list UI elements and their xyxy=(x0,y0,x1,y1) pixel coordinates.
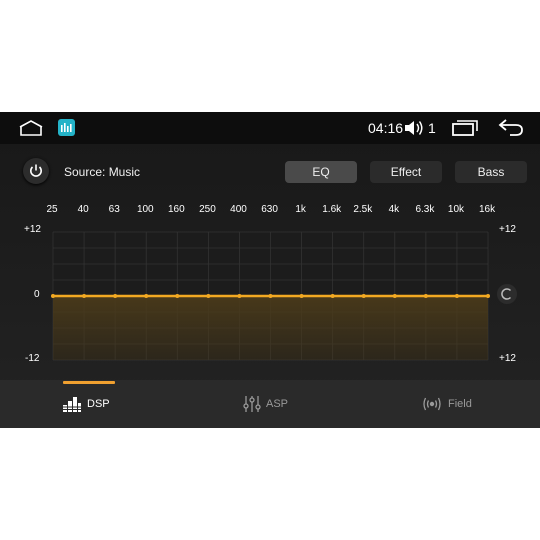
reset-button[interactable] xyxy=(497,284,517,304)
eq-band-point-10k[interactable] xyxy=(454,294,459,298)
tab-field[interactable]: Field xyxy=(421,390,472,418)
eq-band-point-4k[interactable] xyxy=(392,294,397,298)
eq-band-point-100[interactable] xyxy=(144,294,149,298)
tab-asp-label: ASP xyxy=(266,398,289,410)
eq-band-point-63[interactable] xyxy=(113,294,118,298)
eq-band-point-2.5k[interactable] xyxy=(361,294,366,298)
dsp-bars-icon xyxy=(62,397,82,412)
eq-curve-chart[interactable] xyxy=(0,112,540,380)
sound-field-icon xyxy=(423,397,441,411)
eq-band-point-1k[interactable] xyxy=(299,294,304,298)
active-tab-indicator xyxy=(63,381,115,384)
tab-field-label: Field xyxy=(448,398,472,410)
tab-dsp[interactable]: DSP xyxy=(62,390,110,418)
eq-band-point-250[interactable] xyxy=(206,294,211,298)
eq-band-point-16k[interactable] xyxy=(486,294,490,298)
eq-band-point-400[interactable] xyxy=(237,294,242,298)
eq-band-point-40[interactable] xyxy=(82,294,87,298)
sliders-icon xyxy=(243,396,261,412)
eq-band-point-630[interactable] xyxy=(268,294,273,298)
tab-dsp-label: DSP xyxy=(87,398,110,410)
reset-icon xyxy=(501,288,512,300)
eq-band-point-160[interactable] xyxy=(175,294,180,298)
tab-asp[interactable]: ASP xyxy=(243,390,288,418)
eq-band-point-25[interactable] xyxy=(51,294,55,298)
eq-band-point-6.3k[interactable] xyxy=(423,294,428,298)
eq-curve-fill xyxy=(53,296,488,360)
eq-band-point-1.6k[interactable] xyxy=(330,294,335,298)
eq-screen: 04:16 1 Source: Music EQ Effect Bass 25 … xyxy=(0,112,540,428)
